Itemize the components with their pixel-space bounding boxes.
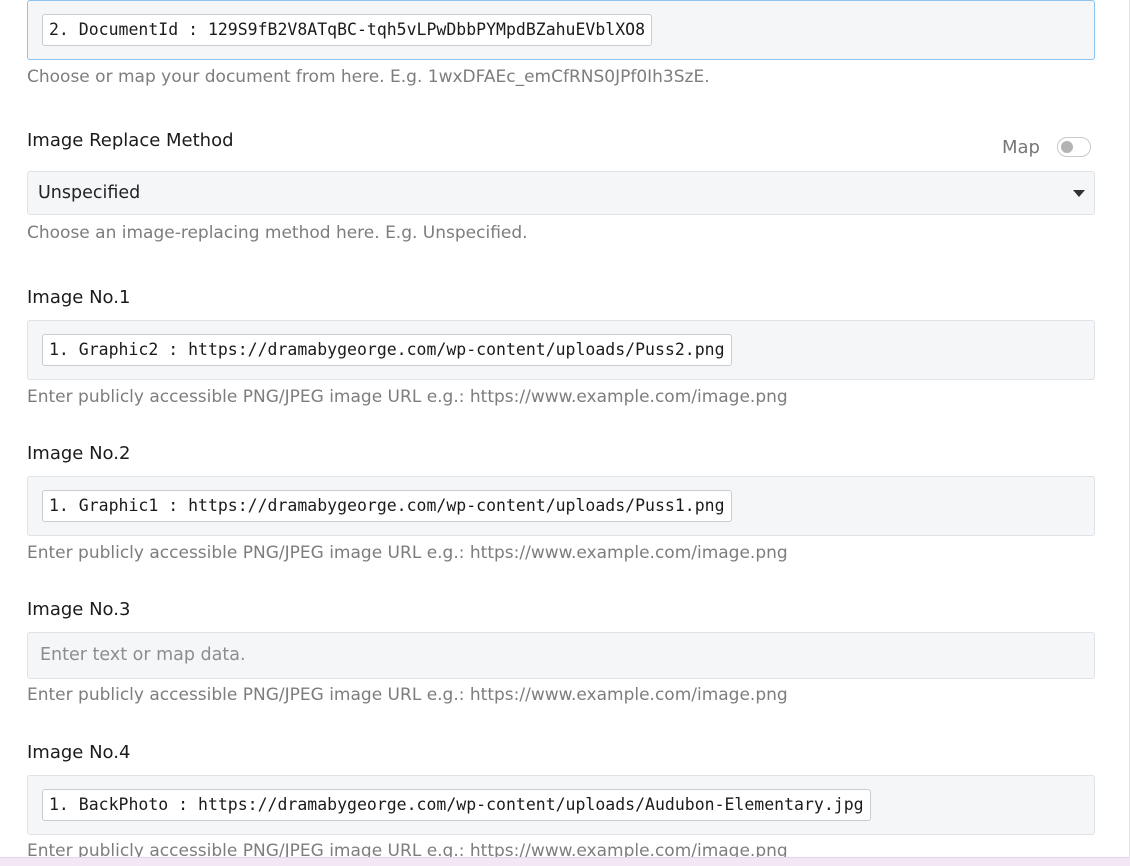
- image-4-token[interactable]: 1. BackPhoto : https://dramabygeorge.com…: [42, 789, 871, 821]
- map-toggle-knob: [1061, 141, 1073, 153]
- image-3-label: Image No.3: [27, 599, 131, 620]
- image-1-token[interactable]: 1. Graphic2 : https://dramabygeorge.com/…: [42, 334, 732, 366]
- image-2-field[interactable]: 1. Graphic1 : https://dramabygeorge.com/…: [27, 476, 1095, 536]
- image-replace-method-label: Image Replace Method: [27, 130, 234, 151]
- image-4-field[interactable]: 1. BackPhoto : https://dramabygeorge.com…: [27, 775, 1095, 835]
- image-replace-method-select[interactable]: Unspecified: [27, 171, 1095, 215]
- bottom-panel-strip: [0, 857, 1130, 866]
- image-3-helper: Enter publicly accessible PNG/JPEG image…: [27, 685, 788, 705]
- image-1-field[interactable]: 1. Graphic2 : https://dramabygeorge.com/…: [27, 320, 1095, 380]
- document-id-field[interactable]: 2. DocumentId : 129S9fB2V8ATqBC-tqh5vLPw…: [27, 0, 1095, 60]
- image-2-token[interactable]: 1. Graphic1 : https://dramabygeorge.com/…: [42, 490, 732, 522]
- image-3-field[interactable]: Enter text or map data.: [27, 632, 1095, 679]
- image-3-placeholder: Enter text or map data.: [40, 645, 246, 665]
- image-1-helper: Enter publicly accessible PNG/JPEG image…: [27, 387, 788, 407]
- image-1-label: Image No.1: [27, 287, 131, 308]
- document-id-token[interactable]: 2. DocumentId : 129S9fB2V8ATqBC-tqh5vLPw…: [42, 14, 653, 46]
- image-4-label: Image No.4: [27, 742, 131, 763]
- map-toggle-label: Map: [1002, 137, 1040, 158]
- document-id-helper: Choose or map your document from here. E…: [27, 67, 710, 87]
- chevron-down-icon[interactable]: [1073, 190, 1085, 197]
- image-replace-method-value: Unspecified: [38, 183, 141, 203]
- image-2-helper: Enter publicly accessible PNG/JPEG image…: [27, 543, 788, 563]
- image-replace-method-helper: Choose an image-replacing method here. E…: [27, 223, 528, 243]
- map-toggle[interactable]: [1057, 137, 1091, 157]
- image-2-label: Image No.2: [27, 443, 131, 464]
